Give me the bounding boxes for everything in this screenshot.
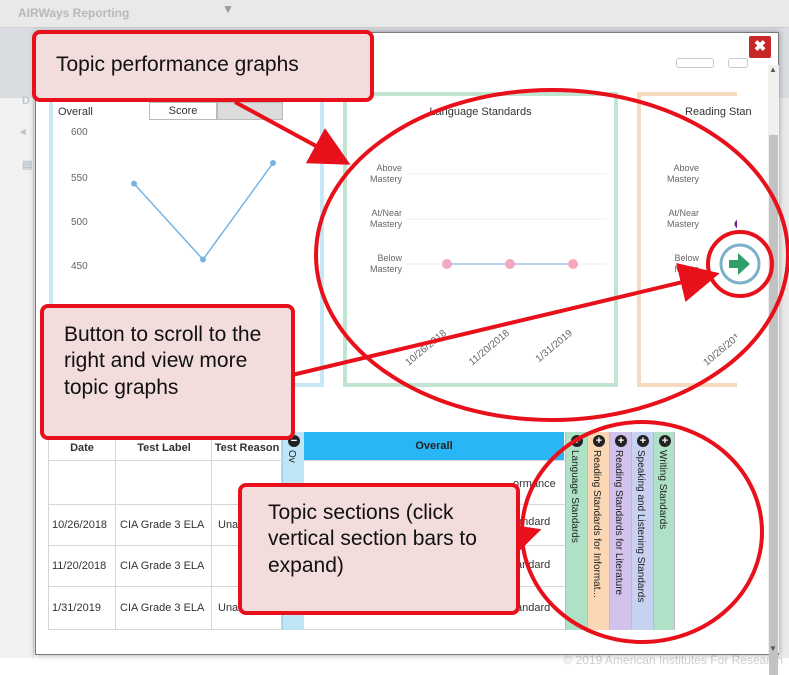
level-label-line2: Mastery (667, 219, 700, 229)
divider (48, 460, 608, 461)
expand-icon[interactable]: + (659, 435, 671, 447)
data-point[interactable] (442, 259, 452, 269)
expand-icon[interactable]: + (571, 435, 583, 447)
data-point[interactable] (734, 219, 738, 229)
y-tick-label: 550 (71, 173, 88, 184)
data-point[interactable] (505, 259, 515, 269)
callout-topic-sections: Topic sections (click vertical section b… (238, 483, 520, 615)
level-label-line1: Above (376, 163, 402, 173)
level-label-line1: At/Near (668, 208, 699, 218)
y-tick-label: 500 (71, 217, 88, 228)
data-point[interactable] (131, 180, 137, 187)
scroll-up-icon[interactable]: ▲ (769, 65, 777, 74)
section-bar-reading-literature[interactable]: + Reading Standards for Literature (609, 432, 631, 630)
section-bar-reading-informational[interactable]: + Reading Standards for Informat... (587, 432, 609, 630)
y-tick-label: 450 (71, 261, 88, 272)
level-label-line1: Above (673, 163, 699, 173)
overall-column-header[interactable]: Overall (304, 432, 564, 460)
x-tick-label: 10/26/2018 (404, 328, 450, 369)
series-line (133, 162, 274, 261)
callout-scroll-button: Button to scroll to the right and view m… (40, 304, 295, 440)
reading-standards-graph-card: Reading Stan Above Mastery At/Near Maste… (637, 92, 752, 387)
bg-clipboard-icon: ▤ (22, 159, 33, 171)
cell-date: 11/20/2018 (52, 560, 107, 572)
expand-icon[interactable]: + (637, 435, 649, 447)
close-button[interactable]: ✖ (749, 36, 771, 58)
data-point[interactable] (200, 256, 206, 263)
data-point[interactable] (270, 160, 276, 167)
scroll-down-icon[interactable]: ▼ (769, 644, 777, 653)
y-tick-label: 600 (71, 127, 88, 138)
section-label: Speaking and Listening Standards (635, 450, 646, 603)
footer-copyright: © 2019 American Institutes For Research (563, 653, 783, 667)
column-header-test-label[interactable]: Test Label (116, 442, 212, 454)
section-bar-language-standards[interactable]: + Language Standards (565, 432, 587, 630)
section-label: Reading Standards for Informat... (591, 450, 602, 598)
level-label-line2: Mastery (370, 174, 403, 184)
level-label-line2: Mastery (667, 174, 700, 184)
data-point[interactable] (568, 259, 578, 269)
level-label-line2: Mastery (370, 219, 403, 229)
expand-icon[interactable]: + (615, 435, 627, 447)
cell-test-reason: Una (218, 519, 239, 531)
language-plot: Above Mastery At/Near Mastery Below Mast… (370, 163, 607, 369)
cell-test-label: CIA Grade 3 ELA (120, 602, 205, 614)
x-tick-label: 11/20/2018 (467, 328, 512, 368)
app-right-edge (778, 98, 789, 658)
section-label: Writing Standards (657, 450, 668, 530)
column-header-date[interactable]: Date (48, 442, 116, 454)
expand-icon[interactable]: + (593, 435, 605, 447)
section-label: Ov (286, 450, 297, 463)
language-standards-graph-card: Language Standards Above Mastery At/Near… (343, 92, 618, 387)
label-column (116, 432, 212, 630)
vertical-scrollbar[interactable]: ▲ ▼ (768, 65, 779, 675)
section-label: Reading Standards for Literature (613, 450, 624, 596)
section-bar-speaking-listening[interactable]: + Speaking and Listening Standards (631, 432, 653, 630)
x-tick-label: 1/31/2019 (534, 328, 575, 365)
bg-arrow-icon: ◂ (20, 126, 26, 138)
column-header-test-reason[interactable]: Test Reason (212, 442, 282, 454)
app-header: AIRWays Reporting ▼ (0, 0, 789, 28)
chevron-down-icon[interactable]: ▼ (222, 2, 234, 16)
modal-control[interactable] (676, 58, 714, 68)
callout-topic-graphs: Topic performance graphs (32, 30, 374, 102)
level-label-line2: Maste (674, 264, 699, 274)
cell-performance: andard (516, 559, 551, 571)
section-bar-writing-standards[interactable]: + Writing Standards (653, 432, 675, 630)
cell-date: 10/26/2018 (52, 519, 108, 531)
cell-test-label: CIA Grade 3 ELA (120, 519, 205, 531)
cell-test-label: CIA Grade 3 ELA (120, 560, 205, 572)
bg-icon: D (22, 95, 30, 107)
cell-performance: andard (516, 516, 551, 528)
app-title: AIRWays Reporting (18, 6, 130, 20)
app-sidebar (0, 98, 34, 658)
cell-date: 1/31/2019 (52, 602, 101, 614)
x-tick-label: 10/26/2018 (702, 328, 737, 369)
section-label: Language Standards (569, 450, 580, 543)
reading-plot: Above Mastery At/Near Mastery Below Mast… (667, 163, 738, 369)
date-column (48, 432, 116, 630)
cell-performance: andard (516, 602, 551, 614)
modal-control[interactable] (728, 58, 748, 68)
level-label-line1: Below (674, 253, 699, 263)
divider (48, 629, 608, 630)
level-label-line1: At/Near (371, 208, 402, 218)
level-label-line2: Mastery (370, 264, 403, 274)
scrollbar-thumb[interactable] (769, 135, 778, 675)
level-label-line1: Below (377, 253, 402, 263)
